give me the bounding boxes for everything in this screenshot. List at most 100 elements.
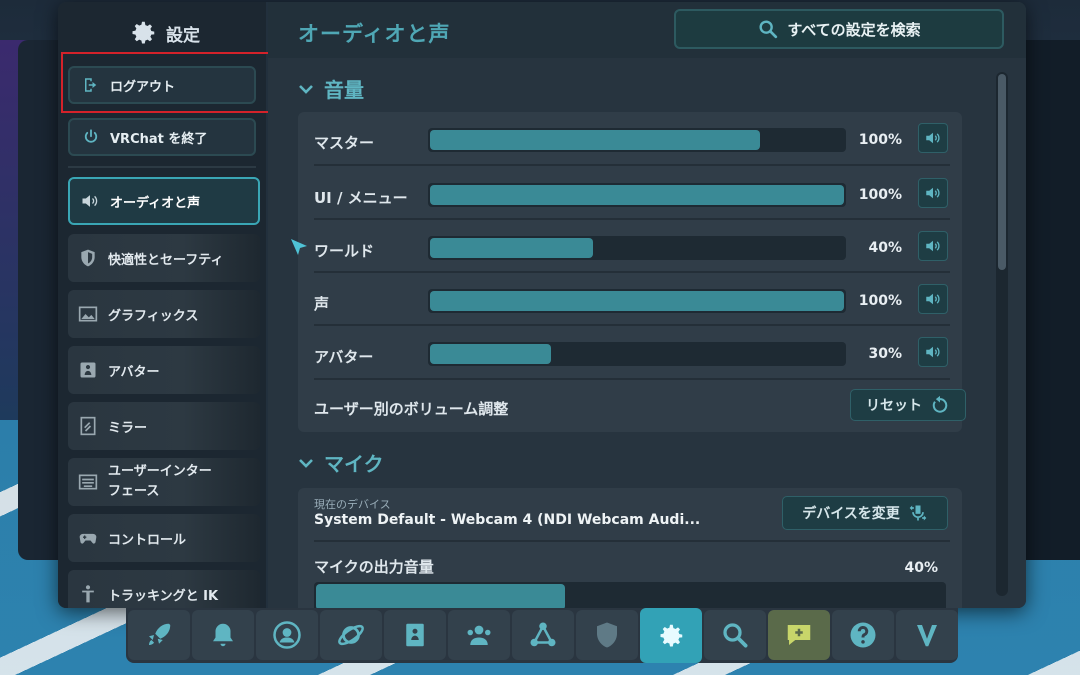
mic-panel: 現在のデバイス System Default - Webcam 4 (NDI W… [298,488,962,608]
sidebar-divider [68,166,256,168]
quit-vrchat-button[interactable]: VRChat を終了 [68,118,256,156]
slider-fill [316,584,565,608]
sidebar-item-label: アバター [108,364,160,380]
vrchat-logo-icon [917,625,937,647]
sidebar-item-label: ミラー [108,420,148,436]
gear-icon [132,21,155,44]
sidebar-item-controls[interactable]: コントロール [68,514,260,562]
avatar-icon [80,362,96,378]
search-icon [759,20,778,39]
sidebar-item-label: グラフィックス [108,308,199,324]
settings-sidebar: 設定 ログアウト VRChat を終了 オーディオと声 快適性とセーフティ グラ… [58,2,270,608]
dock-worlds-button[interactable] [320,610,382,660]
help-icon [850,622,876,648]
volume-slider[interactable] [428,128,846,152]
keyboard-icon [78,474,98,490]
search-all-settings-button[interactable]: すべての設定を検索 [674,9,1004,49]
speaker-icon [926,132,940,144]
volume-row-world: ワールド 40% [314,230,950,270]
row-divider [314,271,950,273]
planet-icon [338,624,364,646]
row-divider [314,540,950,542]
sidebar-item-tracking-ik[interactable]: トラッキングと IK [68,570,260,608]
network-icon [530,622,556,647]
search-icon [723,623,748,648]
mute-toggle-button[interactable] [918,337,948,367]
book-icon [406,623,424,647]
dock-groups-button[interactable] [512,610,574,660]
volume-label: ワールド [314,242,375,260]
settings-window: 設定 ログアウト VRChat を終了 オーディオと声 快適性とセーフティ グラ… [58,2,1026,608]
volume-label: マスター [314,134,375,152]
dock-chat-button[interactable] [768,610,830,660]
right-side-panel [1020,40,1080,560]
sidebar-item-label: コントロール [108,532,187,548]
sidebar-item-label-line1: ユーザーインター [108,464,212,479]
dock-search-button[interactable] [704,610,766,660]
mute-toggle-button[interactable] [918,178,948,208]
mic-section-title: マイク [324,452,384,476]
sidebar-item-audio[interactable]: オーディオと声 [68,177,260,225]
mic-section-toggle[interactable]: マイク [298,448,384,477]
mic-output-label: マイクの出力音量 [314,558,434,576]
logout-icon [85,78,97,92]
sidebar-item-avatar[interactable]: アバター [68,346,260,394]
per-user-volume-label: ユーザー別のボリューム調整 [314,400,509,418]
sidebar-title: 設定 [128,18,200,48]
logout-button[interactable]: ログアウト [68,66,256,104]
dock-social-button[interactable] [448,610,510,660]
volume-label: UI / メニュー [314,189,408,207]
slider-fill [430,344,552,364]
quit-label: VRChat を終了 [110,131,208,147]
dock-notifications-button[interactable] [192,610,254,660]
gamepad-icon [79,533,97,544]
dock-settings-button[interactable] [640,608,702,663]
per-user-volume-row: ユーザー別のボリューム調整 リセット [314,388,966,428]
speaker-icon [82,195,98,207]
reset-button[interactable]: リセット [850,389,966,421]
change-device-button[interactable]: デバイスを変更 [782,496,948,530]
logout-label: ログアウト [110,79,176,95]
sidebar-item-comfort-safety[interactable]: 快適性とセーフティ [68,234,260,282]
volume-value: 30% [868,346,902,362]
dock-profile-button[interactable] [256,610,318,660]
row-divider [314,218,950,220]
dock-avatars-button[interactable] [384,610,446,660]
mute-toggle-button[interactable] [918,231,948,261]
reset-label: リセット [866,398,922,414]
volume-slider[interactable] [428,236,846,260]
mute-toggle-button[interactable] [918,123,948,153]
volume-label: アバター [314,348,374,366]
dock-vrchat-button[interactable] [896,610,958,660]
dock-launch-button[interactable] [128,610,190,660]
volume-value: 100% [858,293,902,309]
change-device-label: デバイスを変更 [802,506,900,522]
sidebar-item-label-line2: フェース [108,484,160,499]
volume-section-toggle[interactable]: 音量 [298,74,364,103]
mute-toggle-button[interactable] [918,284,948,314]
speaker-icon [926,240,940,252]
sidebar-item-label: オーディオと声 [110,195,201,211]
volume-label: 声 [314,295,330,313]
current-device-name: System Default - Webcam 4 (NDI Webcam Au… [314,512,701,528]
volume-value: 100% [858,187,902,203]
volume-slider[interactable] [428,183,846,207]
volume-panel: マスター 100% UI / メニュー 100% ワールド 40% 声 100%… [298,112,966,432]
dock-safety-button[interactable] [576,610,638,660]
swap-device-icon [909,505,927,521]
mirror-icon [80,416,96,436]
people-icon [467,625,491,645]
content-scrollbar[interactable] [996,72,1008,596]
launch-icon [149,623,171,645]
mic-output-value: 40% [904,560,938,576]
sidebar-item-graphics[interactable]: グラフィックス [68,290,260,338]
sidebar-item-user-interface[interactable]: ユーザーインター フェース [68,458,260,506]
scroll-thumb[interactable] [998,74,1006,270]
volume-slider[interactable] [428,289,846,313]
sidebar-item-label: ユーザーインター フェース [108,462,212,502]
mic-output-slider[interactable] [314,582,946,608]
sidebar-item-mirror[interactable]: ミラー [68,402,260,450]
tracking-icon [82,585,94,603]
volume-slider[interactable] [428,342,846,366]
dock-help-button[interactable] [832,610,894,660]
